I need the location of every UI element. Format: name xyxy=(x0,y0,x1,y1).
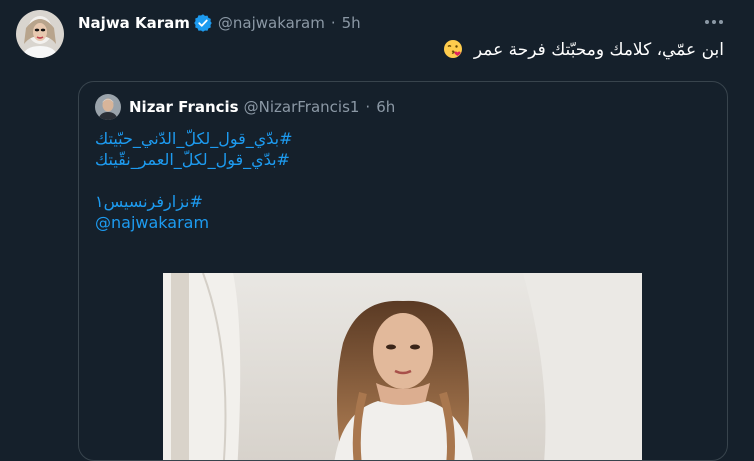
hashtag-link[interactable]: #نزارفرنسيس١ xyxy=(95,191,395,212)
quoted-author-avatar[interactable] xyxy=(95,94,121,120)
verified-badge-icon xyxy=(193,13,213,33)
quoted-tweet-image[interactable] xyxy=(163,273,642,460)
quoted-tweet[interactable]: Nizar Francis @NizarFrancis1 · 6h #بدّي_… xyxy=(78,81,728,461)
tweet-timestamp[interactable]: 5h xyxy=(342,14,361,32)
author-avatar[interactable] xyxy=(16,10,64,58)
mention-link[interactable]: @najwakaram xyxy=(95,212,395,233)
quoted-tweet-header: Nizar Francis @NizarFrancis1 · 6h xyxy=(129,95,395,119)
hashtag-link[interactable]: #بدّي_قول_لكلّ_الدّني_حبّيتك xyxy=(95,128,395,149)
quoted-tweet-timestamp[interactable]: 6h xyxy=(376,98,395,116)
quoted-author-name[interactable]: Nizar Francis xyxy=(129,98,239,116)
more-options-icon[interactable] xyxy=(700,8,728,36)
quoted-tweet-text: #بدّي_قول_لكلّ_الدّني_حبّيتك #بدّي_قول_ل… xyxy=(95,128,395,233)
tweet[interactable]: Najwa Karam @najwakaram · 5h ابن عمّي، ك… xyxy=(0,0,754,461)
quoted-author-handle[interactable]: @NizarFrancis1 xyxy=(244,98,360,116)
tweet-header: Najwa Karam @najwakaram · 5h xyxy=(78,11,361,35)
hashtag-link[interactable]: #بدّي_قول_لكلّ_العمر_نقّيتك xyxy=(95,149,395,170)
tweet-text-content: ابن عمّي، كلامك ومحبّتك فرحة عمر xyxy=(473,40,724,60)
author-handle[interactable]: @najwakaram xyxy=(218,14,325,32)
separator-dot: · xyxy=(365,98,371,116)
author-name[interactable]: Najwa Karam xyxy=(78,14,190,32)
tweet-text: ابن عمّي، كلامك ومحبّتك فرحة عمر xyxy=(74,38,724,62)
separator-dot: · xyxy=(330,14,336,32)
face-blowing-kiss-icon xyxy=(443,39,463,59)
